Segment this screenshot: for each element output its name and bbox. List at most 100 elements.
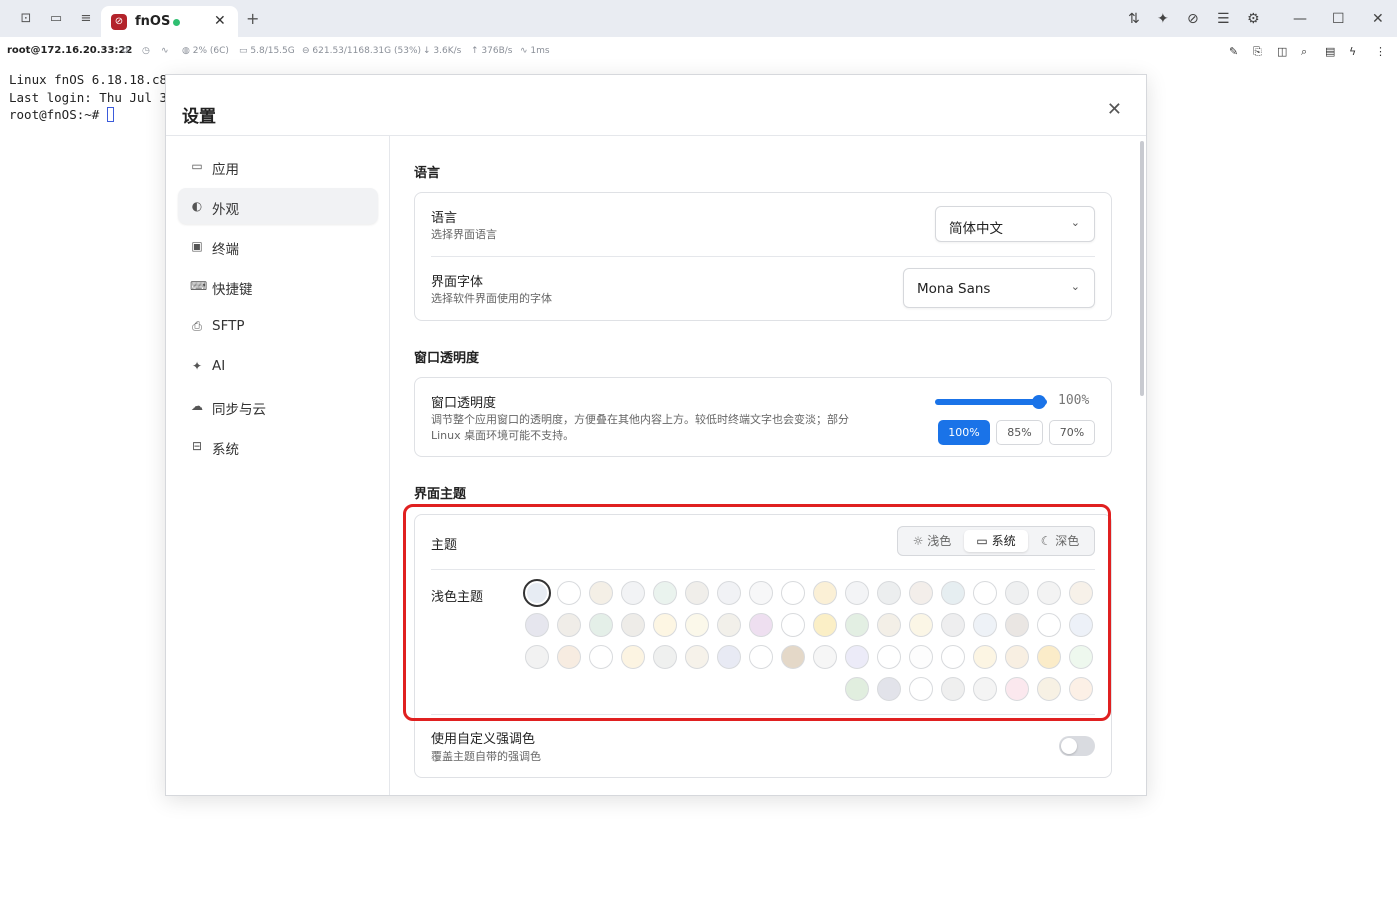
chevron-down-icon: ⌄ <box>1070 216 1080 229</box>
close-tab-icon[interactable]: ✕ <box>214 13 226 29</box>
folder-icon[interactable]: ▭ <box>48 12 64 26</box>
latency-stat: ∿ 1ms <box>520 46 550 56</box>
download-stat: ↓ 3.6K/s <box>423 46 462 56</box>
connection-status-dot <box>173 19 180 26</box>
nav-item-terminal[interactable]: ▣ 终端 <box>178 228 378 264</box>
opacity-desc-line-1: 调节整个应用窗口的透明度，方便叠在其他内容上方。较低时终端文字也会变淡；部分 <box>431 413 849 426</box>
dialog-title: 设置 <box>182 107 216 127</box>
new-folder-connection-icon[interactable]: ⊡ <box>18 12 34 26</box>
opacity-card: 窗口透明度 调节整个应用窗口的透明度，方便叠在其他内容上方。较低时终端文字也会变… <box>414 377 1112 457</box>
title-bar: ⊡ ▭ ≡ ⊘ fnOS ✕ + ⇅ ✦ ⊘ ☰ ⚙ — ☐ ✕ <box>0 0 1397 37</box>
nav-item-sync-cloud[interactable]: ☁ 同步与云 <box>178 388 378 424</box>
more-vertical-icon[interactable]: ⋮ <box>1375 45 1386 58</box>
language-row-title: 语言 <box>431 211 458 226</box>
nav-label: AI <box>212 358 226 374</box>
file-transfer-icon: ⎙ <box>192 319 202 333</box>
font-select[interactable]: Mona Sans ⌄ <box>903 268 1095 308</box>
nav-item-system[interactable]: ⊟ 系统 <box>178 428 378 464</box>
custom-accent-desc: 覆盖主题自带的强调色 <box>431 750 541 763</box>
opacity-preset-85[interactable]: 85% <box>996 420 1043 445</box>
settings-nav: ▭ 应用 ◐ 外观 ▣ 终端 ⌨ 快捷键 ⎙ SFTP ✦ AI ☁ 同步与云 … <box>166 136 390 795</box>
minimize-icon[interactable]: — <box>1293 12 1307 26</box>
nav-label: SFTP <box>212 318 245 334</box>
clock-icon: ◷ <box>142 46 150 56</box>
palette-icon: ◐ <box>191 199 203 213</box>
brush-icon[interactable]: ✎ <box>1229 45 1238 58</box>
terminal-output[interactable]: Linux fnOS 6.18.18.c87 Last login: Thu J… <box>9 71 175 124</box>
log-icon[interactable]: ⎘ <box>1253 45 1262 59</box>
terminal-prompt: root@fnOS:~# <box>9 107 107 122</box>
font-row-desc: 选择软件界面使用的字体 <box>431 292 552 305</box>
status-bar: root@172.16.20.33:22 ⧉ ◷ ∿ ◍ 2% (6C) ▭ 5… <box>0 37 1397 65</box>
language-select-value: 简体中文 <box>949 221 1003 237</box>
lightning-icon[interactable]: ϟ <box>1349 45 1356 58</box>
disk-value: 621.53/1168.31G (53%) <box>312 46 422 56</box>
fnos-logo-icon: ⊘ <box>111 14 127 30</box>
upload-value: 376B/s <box>481 46 513 56</box>
window-icon: ▭ <box>191 159 203 173</box>
download-value: 3.6K/s <box>433 46 462 56</box>
nav-label: 应用 <box>212 162 239 178</box>
settings-scrollbar[interactable] <box>1140 141 1144 396</box>
activity-icon: ∿ <box>161 46 169 56</box>
dialog-header: 设置 ✕ <box>166 75 1146 136</box>
new-tab-icon[interactable]: + <box>246 11 259 27</box>
close-dialog-icon[interactable]: ✕ <box>1107 101 1122 119</box>
document-icon[interactable]: ▤ <box>1325 45 1335 58</box>
terminal-line-1: Linux fnOS 6.18.18.c87 <box>9 72 175 87</box>
host-label: root@172.16.20.33:22 <box>7 45 133 56</box>
opacity-slider[interactable] <box>935 395 1047 409</box>
gear-icon[interactable]: ⚙ <box>1247 12 1260 26</box>
hide-eye-icon[interactable]: ⊘ <box>1187 12 1199 26</box>
nav-label: 快捷键 <box>212 282 253 298</box>
terminal-cursor <box>106 107 114 122</box>
transfer-icon[interactable]: ⇅ <box>1128 12 1140 26</box>
opacity-slider-fill <box>935 399 1047 405</box>
upload-stat: ↑ 376B/s <box>471 46 513 56</box>
disk-stat: ⊖ 621.53/1168.31G (53%) <box>302 46 422 56</box>
mem-value: 5.8/15.5G <box>250 46 295 56</box>
terminal-line-2: Last login: Thu Jul 30 <box>9 89 175 105</box>
cpu-stat: ◍ 2% (6C) <box>182 46 229 56</box>
nav-label: 系统 <box>212 442 239 458</box>
language-select[interactable]: 简体中文 ⌄ <box>935 206 1095 242</box>
close-window-icon[interactable]: ✕ <box>1372 12 1384 26</box>
tab-fnos[interactable]: ⊘ fnOS ✕ <box>101 6 238 37</box>
divider <box>431 256 1095 257</box>
nav-item-appearance[interactable]: ◐ 外观 <box>178 188 378 224</box>
nav-item-sftp[interactable]: ⎙ SFTP <box>178 308 378 344</box>
split-icon[interactable]: ◫ <box>1277 45 1287 58</box>
sliders-icon[interactable]: ☰ <box>1217 12 1230 26</box>
font-row-title: 界面字体 <box>431 275 484 290</box>
section-title-theme: 界面主题 <box>414 487 467 502</box>
opacity-slider-thumb[interactable] <box>1032 395 1046 409</box>
menu-icon[interactable]: ≡ <box>78 12 94 26</box>
cloud-icon: ☁ <box>191 399 203 413</box>
highlight-annotation <box>403 504 1111 721</box>
opacity-row-title: 窗口透明度 <box>431 396 497 411</box>
copy-icon[interactable]: ⧉ <box>122 46 128 56</box>
drive-icon: ⊟ <box>191 439 203 453</box>
toggle-knob <box>1061 738 1077 754</box>
keyboard-icon: ⌨ <box>190 279 208 293</box>
opacity-preset-70[interactable]: 70% <box>1049 420 1095 445</box>
custom-accent-toggle[interactable] <box>1059 736 1095 756</box>
chevron-down-icon: ⌄ <box>1070 280 1080 293</box>
nav-item-ai[interactable]: ✦ AI <box>178 348 378 384</box>
ai-sparkle-icon[interactable]: ✦ <box>1157 12 1169 26</box>
nav-label: 外观 <box>212 202 239 218</box>
nav-label: 同步与云 <box>212 402 266 418</box>
opacity-preset-100[interactable]: 100% <box>938 420 990 445</box>
nav-label: 终端 <box>212 242 239 258</box>
search-icon[interactable]: ⌕ <box>1301 45 1307 59</box>
sparkle-icon: ✦ <box>191 359 203 373</box>
cpu-value: 2% (6C) <box>192 46 229 56</box>
nav-item-app[interactable]: ▭ 应用 <box>178 148 378 184</box>
section-title-opacity: 窗口透明度 <box>414 351 480 366</box>
font-select-value: Mona Sans <box>917 281 991 297</box>
nav-item-shortcuts[interactable]: ⌨ 快捷键 <box>178 268 378 304</box>
opacity-value: 100% <box>1058 393 1090 408</box>
terminal-icon: ▣ <box>191 239 203 253</box>
maximize-icon[interactable]: ☐ <box>1332 12 1345 26</box>
tab-title: fnOS <box>135 14 171 29</box>
